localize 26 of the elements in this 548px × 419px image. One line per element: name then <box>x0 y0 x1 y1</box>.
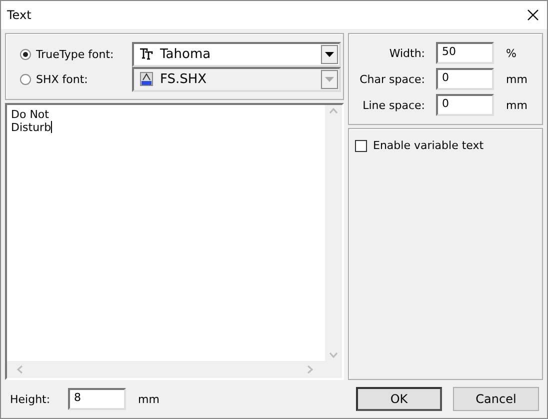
text-input-field[interactable]: Do Not Disturb <box>7 105 325 361</box>
unit-label: mm <box>506 72 528 86</box>
checkbox[interactable] <box>355 140 367 152</box>
number-input-field[interactable]: 0 <box>436 68 494 90</box>
radio-label: SHX font: <box>36 72 88 86</box>
field-label: Char space: <box>358 72 425 86</box>
radio-label: TrueType font: <box>36 48 114 60</box>
close-icon[interactable] <box>527 9 539 21</box>
field-label: Width: <box>388 46 425 60</box>
font-file-icon <box>140 72 153 86</box>
unit-label: % <box>506 46 516 60</box>
unit-label: mm <box>138 392 160 406</box>
checkbox-label: Enable variable text <box>373 139 484 152</box>
number-input-field[interactable]: 0 <box>436 94 494 116</box>
field-label: Height: <box>10 392 52 406</box>
font-dropdown[interactable]: Tahoma <box>132 42 341 66</box>
ok-button[interactable]: OK <box>356 387 442 411</box>
dropdown-arrow-icon[interactable] <box>325 52 334 56</box>
font-icon <box>140 48 153 60</box>
window-title: Text <box>7 8 32 22</box>
radio-button[interactable] <box>20 48 31 60</box>
field-label: Line space: <box>362 98 425 112</box>
number-input-field[interactable]: 50 <box>436 42 494 64</box>
unit-label: mm <box>506 98 528 112</box>
number-input-field[interactable]: 8 <box>68 388 126 410</box>
cancel-button[interactable]: Cancel <box>453 387 539 411</box>
